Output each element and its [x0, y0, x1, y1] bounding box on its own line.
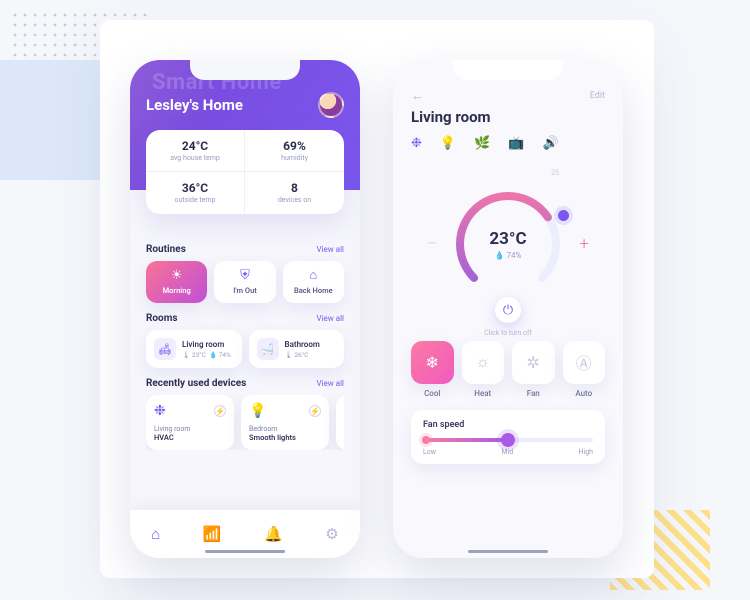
rooms-view-all[interactable]: View all [316, 314, 344, 323]
bulb-icon: 💡 [249, 403, 266, 419]
back-button[interactable]: ← [411, 88, 424, 104]
tab-stats[interactable]: 📶 [203, 525, 222, 543]
routine-back-home[interactable]: ⌂ Back Home [283, 261, 344, 303]
slider-tick-low [422, 436, 430, 444]
home-screen: Smart Home Lesley's Home 24°C avg house … [130, 60, 360, 558]
tab-alerts[interactable]: 🔔 [264, 525, 283, 543]
thermostat-dial-area: − + 25 [411, 159, 605, 329]
fan-label-mid: Mid [501, 448, 513, 456]
fan-label-high: High [579, 448, 593, 456]
room-title: Living room [411, 108, 605, 126]
devices-section: Recently used devices View all ❉ ⚡ Livin… [130, 378, 360, 450]
slider-handle[interactable] [501, 433, 515, 447]
routines-section: Routines View all ☀ Morning ⛨ I'm Out ⌂ … [130, 244, 360, 303]
tab-bulb-icon[interactable]: 💡 [440, 136, 456, 151]
power-label: Click to turn off [484, 329, 532, 337]
mode-fan[interactable]: ✲ [512, 341, 555, 384]
snowflake-icon: ❄ [426, 353, 439, 372]
routine-morning[interactable]: ☀ Morning [146, 261, 207, 303]
home-indicator[interactable] [205, 550, 285, 553]
bath-icon: 🛁 [257, 338, 279, 360]
mode-heat[interactable]: ☼ [462, 341, 505, 384]
room-detail-screen: ← Edit Living room ❉ 💡 🌿 📺 🔊 − + 25 [393, 60, 623, 558]
temp-increase-button[interactable]: + [579, 234, 589, 254]
fan-speed-slider[interactable] [423, 438, 593, 442]
home-title: Lesley's Home [146, 96, 344, 114]
routines-view-all[interactable]: View all [316, 245, 344, 254]
rooms-section: Rooms View all 🛋 Living room 🌡 23°C 💧 74… [130, 313, 360, 368]
tab-home[interactable]: ⌂ [151, 525, 160, 543]
sofa-icon: 🛋 [154, 338, 176, 360]
shield-icon: ⛨ [240, 269, 250, 282]
fan-speed-title: Fan speed [423, 420, 593, 430]
avatar[interactable] [318, 92, 344, 118]
devices-title: Recently used devices [146, 378, 246, 389]
fan-icon: ✲ [527, 353, 540, 372]
device-tv[interactable]: ▭ Living TV [336, 395, 344, 450]
temp-decrease-button[interactable]: − [427, 234, 437, 254]
home-icon: ⌂ [309, 269, 317, 282]
devices-view-all[interactable]: View all [316, 379, 344, 388]
power-icon: ⚡ [309, 405, 321, 417]
sunrise-icon: ☀ [171, 269, 183, 282]
room-living-room[interactable]: 🛋 Living room 🌡 23°C 💧 74% [146, 330, 242, 368]
stat-outside-temp: 36°C outside temp [146, 172, 245, 214]
tab-settings[interactable]: ⚙ [325, 525, 338, 543]
device-hvac[interactable]: ❉ ⚡ Living room HVAC [146, 395, 234, 450]
routines-title: Routines [146, 244, 186, 255]
tab-hvac-icon[interactable]: ❉ [411, 136, 422, 151]
current-temp: 23°C [489, 229, 526, 249]
edit-button[interactable]: Edit [590, 91, 605, 101]
current-humidity: 💧 74% [495, 251, 522, 260]
power-icon: ⏻ [503, 303, 513, 318]
rooms-title: Rooms [146, 313, 178, 324]
power-button[interactable]: ⏻ [495, 297, 521, 323]
room-bathroom[interactable]: 🛁 Bathroom 🌡 26°C [249, 330, 345, 368]
fan-speed-card: Fan speed Low Mid High [411, 410, 605, 464]
mode-auto[interactable]: Ⓐ [563, 341, 606, 384]
tab-tv-icon[interactable]: 📺 [508, 136, 524, 151]
stat-devices-on: 8 devices on [245, 172, 344, 214]
device-smooth-lights[interactable]: 💡 ⚡ Bedroom Smooth lights [241, 395, 329, 450]
sun-icon: ☼ [475, 352, 490, 372]
dial-tick-label: 25 [551, 169, 559, 177]
hvac-modes: ❄ Cool ☼ Heat ✲ Fan Ⓐ Auto [411, 341, 605, 398]
stat-avg-temp: 24°C avg house temp [146, 130, 245, 172]
device-type-tabs: ❉ 💡 🌿 📺 🔊 [411, 136, 605, 151]
phone-notch [453, 60, 563, 80]
tab-plant-icon[interactable]: 🌿 [474, 136, 490, 151]
home-indicator[interactable] [468, 550, 548, 553]
thermostat-dial[interactable]: 23°C 💧 74% [448, 184, 568, 304]
phone-notch [190, 60, 300, 80]
fan-label-low: Low [423, 448, 436, 456]
routine-im-out[interactable]: ⛨ I'm Out [214, 261, 275, 303]
auto-icon: Ⓐ [576, 350, 592, 374]
power-icon: ⚡ [214, 405, 226, 417]
mode-cool[interactable]: ❄ [411, 341, 454, 384]
tab-speaker-icon[interactable]: 🔊 [542, 136, 558, 151]
stat-humidity: 69% humidity [245, 130, 344, 172]
stats-card: 24°C avg house temp 69% humidity 36°C ou… [146, 130, 344, 214]
hvac-icon: ❉ [154, 403, 166, 419]
